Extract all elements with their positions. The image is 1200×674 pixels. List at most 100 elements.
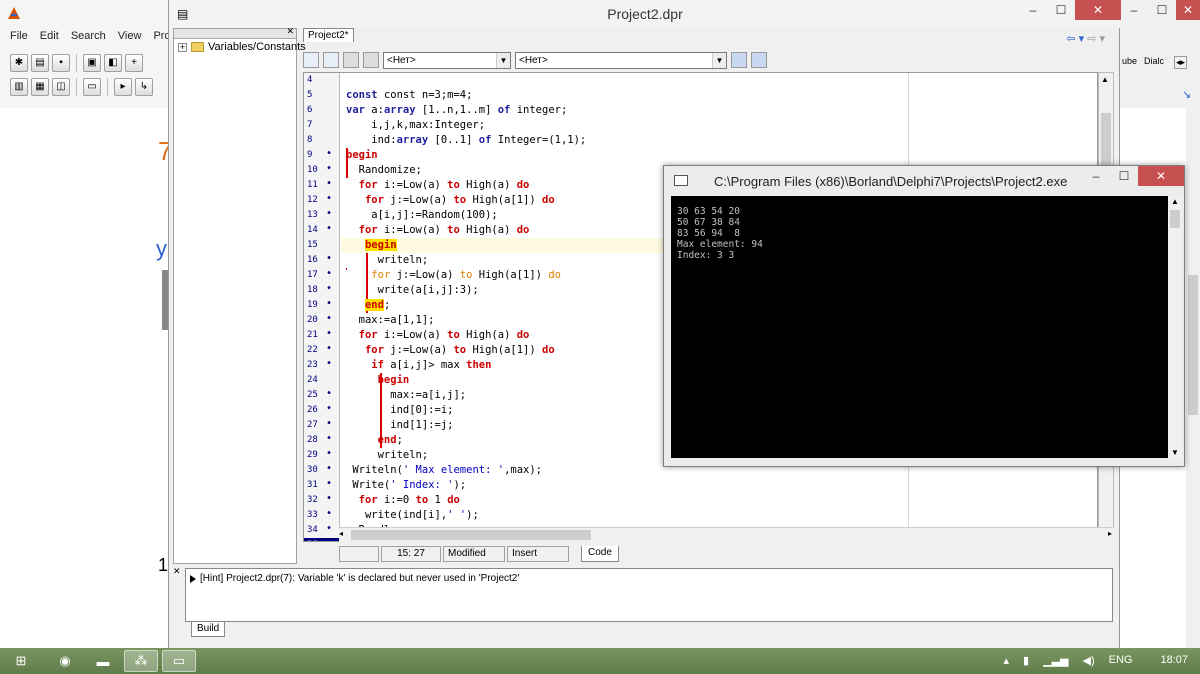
- gutter-line[interactable]: 9 •: [304, 148, 340, 163]
- breakpoint-dot-icon[interactable]: •: [326, 448, 332, 459]
- gutter-line[interactable]: 22 •: [304, 343, 340, 358]
- breakpoint-dot-icon[interactable]: •: [326, 493, 332, 504]
- toggle-icon[interactable]: ◫: [52, 78, 70, 96]
- breakpoint-dot-icon[interactable]: •: [326, 358, 332, 369]
- breakpoint-dot-icon[interactable]: •: [326, 313, 332, 324]
- method-combo[interactable]: <Нет> ▼: [515, 51, 727, 69]
- gutter-line[interactable]: 29 •: [304, 448, 340, 463]
- breakpoint-dot-icon[interactable]: •: [326, 163, 332, 174]
- maximize-icon[interactable]: ☐: [1047, 0, 1075, 20]
- gutter-line[interactable]: 30 •: [304, 463, 340, 478]
- gutter-line[interactable]: 11 •: [304, 178, 340, 193]
- intf-icon[interactable]: [343, 52, 359, 68]
- impl-icon[interactable]: [363, 52, 379, 68]
- breakpoint-dot-icon[interactable]: •: [326, 178, 332, 189]
- chrome-icon[interactable]: ◉: [48, 650, 82, 672]
- gutter-line[interactable]: 36 •: [304, 538, 340, 541]
- gutter-line[interactable]: 12 •: [304, 193, 340, 208]
- view-unit-icon[interactable]: ▥: [10, 78, 28, 96]
- chevron-down-icon[interactable]: ▼: [712, 52, 726, 68]
- gutter-line[interactable]: 25 •: [304, 388, 340, 403]
- new-form-icon[interactable]: ▭: [83, 78, 101, 96]
- tab-build[interactable]: Build: [191, 622, 226, 637]
- class-icon[interactable]: [303, 52, 319, 68]
- view-form-icon[interactable]: ▦: [31, 78, 49, 96]
- gutter-line[interactable]: 27 •: [304, 418, 340, 433]
- breakpoint-dot-icon[interactable]: •: [326, 538, 332, 541]
- gutter-line[interactable]: 18 •: [304, 283, 340, 298]
- breakpoint-dot-icon[interactable]: •: [326, 268, 332, 279]
- breakpoint-dot-icon[interactable]: •: [326, 343, 332, 354]
- align-icon[interactable]: [751, 52, 767, 68]
- menu-file[interactable]: File: [10, 30, 28, 42]
- align-left-icon[interactable]: [731, 52, 747, 68]
- gutter-line[interactable]: 15: [304, 238, 340, 253]
- maximize-icon[interactable]: ☐: [1148, 0, 1176, 20]
- gutter-line[interactable]: 28 •: [304, 433, 340, 448]
- bg-scroll-thumb[interactable]: [1188, 275, 1198, 415]
- breakpoint-dot-icon[interactable]: •: [326, 508, 332, 519]
- message-row[interactable]: [Hint] Project2.dpr(7): Variable 'k' is …: [190, 573, 519, 584]
- gutter-line[interactable]: 26 •: [304, 403, 340, 418]
- gutter-line[interactable]: 5: [304, 88, 340, 103]
- gutter-line[interactable]: 32 •: [304, 493, 340, 508]
- gutter-line[interactable]: 17 •: [304, 268, 340, 283]
- breakpoint-dot-icon[interactable]: •: [326, 433, 332, 444]
- gutter-line[interactable]: 34 •: [304, 523, 340, 538]
- gutter-line[interactable]: 33 •: [304, 508, 340, 523]
- close-icon[interactable]: ✕: [1138, 166, 1184, 186]
- menu-view[interactable]: View: [118, 30, 142, 42]
- open-icon[interactable]: ▤: [31, 54, 49, 72]
- gutter-line[interactable]: 14 •: [304, 223, 340, 238]
- forward-arrow-icon[interactable]: ⇨ ▾: [1087, 33, 1105, 45]
- minimize-icon[interactable]: –: [1082, 166, 1110, 186]
- language-indicator[interactable]: ENG: [1109, 654, 1133, 667]
- palette-arrow-icon[interactable]: ↘: [1182, 88, 1191, 101]
- breakpoint-dot-icon[interactable]: •: [326, 223, 332, 234]
- palette-tab-dialogs[interactable]: Dialc: [1144, 56, 1164, 66]
- console-scrollbar[interactable]: ▲ ▼: [1168, 196, 1182, 458]
- palette-scroll-icon[interactable]: ◂▸: [1174, 56, 1188, 69]
- gutter-line[interactable]: 19 •: [304, 298, 340, 313]
- clock[interactable]: 18:07: [1160, 654, 1188, 667]
- breakpoint-dot-icon[interactable]: •: [326, 253, 332, 264]
- back-arrow-icon[interactable]: ⇦ ▾: [1066, 33, 1084, 45]
- gutter-line[interactable]: 20 •: [304, 313, 340, 328]
- delphi-taskbar-icon[interactable]: ⁂: [124, 650, 158, 672]
- scroll-left-icon[interactable]: ◂: [339, 529, 343, 538]
- tree-item-variables[interactable]: + Variables/Constants: [178, 41, 306, 53]
- breakpoint-dot-icon[interactable]: •: [326, 148, 332, 159]
- scroll-down-icon[interactable]: ▼: [1171, 448, 1179, 457]
- breakpoint-dot-icon[interactable]: •: [326, 193, 332, 204]
- minimize-icon[interactable]: –: [1120, 0, 1148, 20]
- tray-arrow-icon[interactable]: ▴: [1004, 654, 1010, 667]
- breakpoint-dot-icon[interactable]: •: [326, 463, 332, 474]
- gutter-line[interactable]: 23 •: [304, 358, 340, 373]
- scroll-thumb[interactable]: [1170, 210, 1180, 228]
- unit-icon[interactable]: [323, 52, 339, 68]
- breakpoint-dot-icon[interactable]: •: [326, 298, 332, 309]
- scroll-thumb[interactable]: [351, 530, 591, 540]
- gutter-line[interactable]: 6: [304, 103, 340, 118]
- close-icon[interactable]: ✕: [173, 566, 181, 577]
- editor-horizontal-scrollbar[interactable]: ◂ ▸: [339, 527, 1114, 542]
- close-icon[interactable]: ✕: [1176, 0, 1200, 20]
- gutter-line[interactable]: 10 •: [304, 163, 340, 178]
- gutter-line[interactable]: 21 •: [304, 328, 340, 343]
- scroll-up-icon[interactable]: ▲: [1171, 197, 1179, 206]
- signal-icon[interactable]: ▁▃▅: [1043, 654, 1068, 667]
- minimize-icon[interactable]: –: [1019, 0, 1047, 20]
- scroll-up-icon[interactable]: ▲: [1101, 75, 1109, 84]
- save-all-icon[interactable]: ▣: [83, 54, 101, 72]
- console-output[interactable]: 30 63 54 20 50 67 38 84 83 56 94 8 Max e…: [671, 196, 1168, 458]
- gutter-line[interactable]: 24: [304, 373, 340, 388]
- breakpoint-dot-icon[interactable]: •: [326, 478, 332, 489]
- menu-search[interactable]: Search: [71, 30, 106, 42]
- tab-code[interactable]: Code: [581, 545, 619, 562]
- breakpoint-dot-icon[interactable]: •: [326, 403, 332, 414]
- open-project-icon[interactable]: ◧: [104, 54, 122, 72]
- expand-arrow-icon[interactable]: [190, 574, 196, 583]
- new-icon[interactable]: ✱: [10, 54, 28, 72]
- scroll-right-icon[interactable]: ▸: [1108, 529, 1112, 538]
- add-file-icon[interactable]: +: [125, 54, 143, 72]
